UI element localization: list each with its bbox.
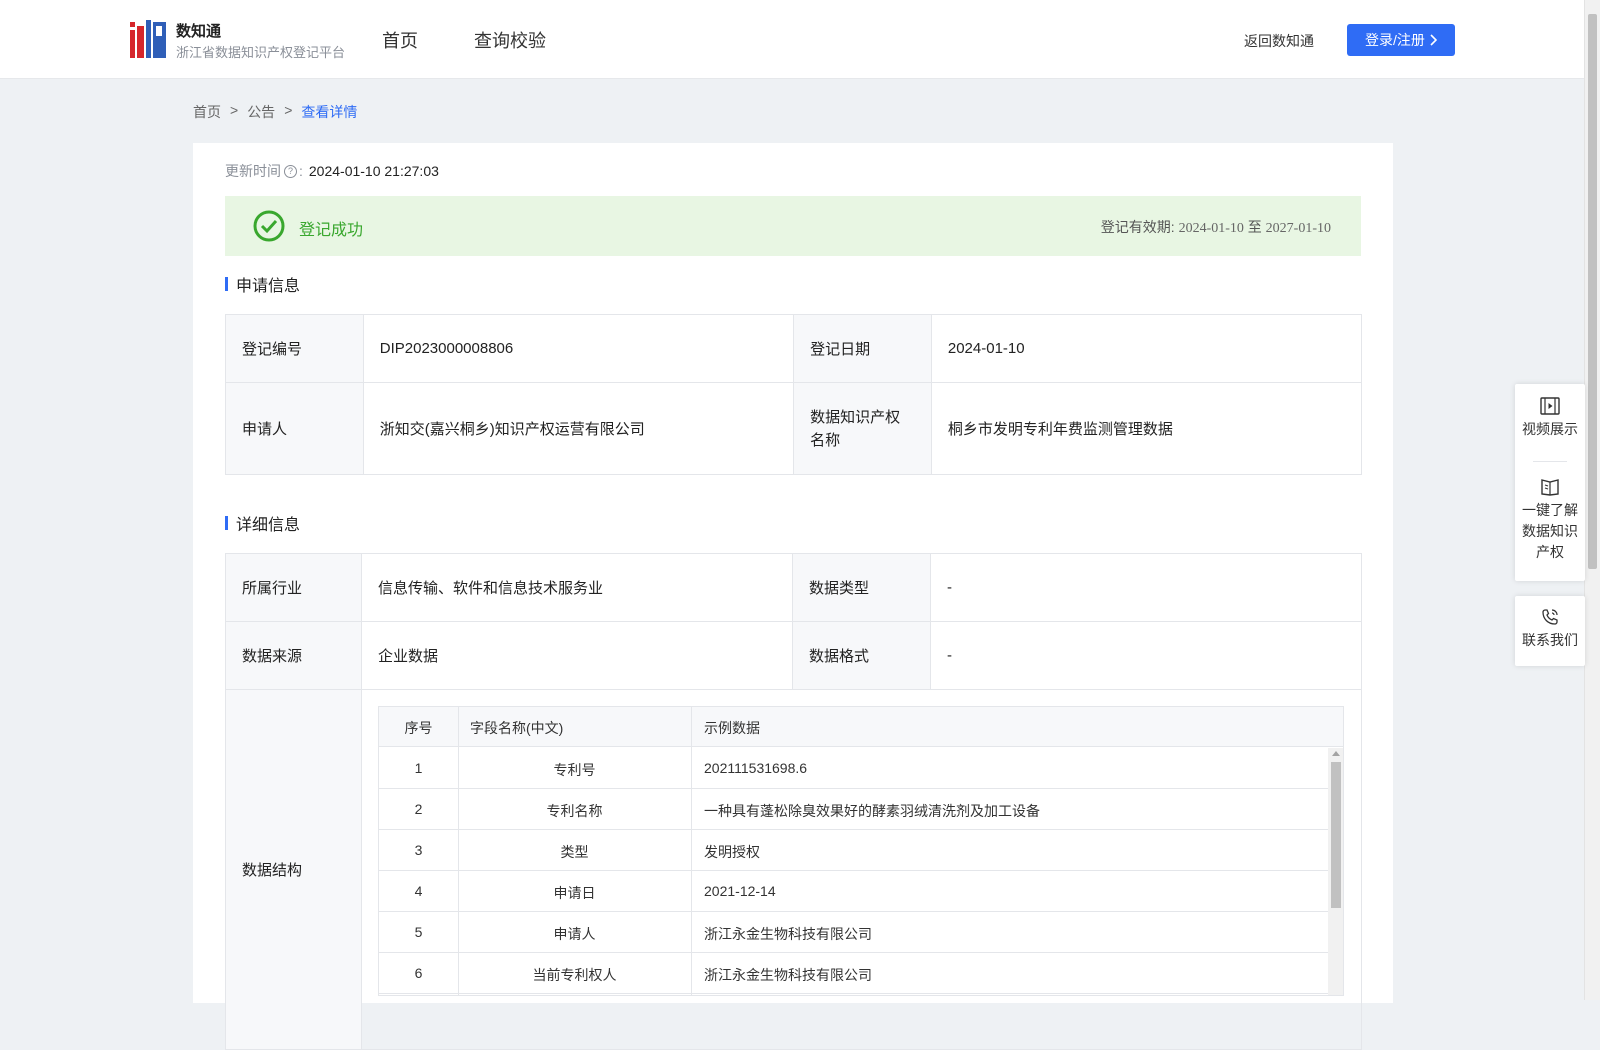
header-index: 序号 bbox=[404, 720, 433, 736]
application-info-title: 申请信息 bbox=[225, 272, 300, 296]
table-row: 6 当前专利权人 浙江永金生物科技有限公司 bbox=[379, 953, 1329, 994]
table-row: 数据结构 序号 字段名称(中文) 示例数据 1 专利号 202111531698… bbox=[224, 689, 1362, 1050]
breadcrumb-separator: > bbox=[230, 102, 239, 118]
back-to-shuzhitong-link[interactable]: 返回数知通 bbox=[1244, 31, 1314, 51]
scroll-up-arrow-icon[interactable] bbox=[1332, 751, 1341, 756]
header-field-name: 字段名称(中文) bbox=[470, 720, 564, 736]
logo-icon[interactable] bbox=[130, 20, 166, 58]
login-register-button[interactable]: 登录/注册 bbox=[1347, 24, 1455, 56]
breadcrumb-separator: > bbox=[284, 102, 293, 118]
table-key: 登记日期 bbox=[793, 314, 932, 383]
contact-panel: 联系我们 bbox=[1515, 596, 1585, 666]
detail-card: 更新时间 ? : 2024-01-10 21:27:03 登记成功 登记有效期:… bbox=[193, 143, 1393, 1050]
data-structure-table: 序号 字段名称(中文) 示例数据 1 专利号 202111531698.6 2 … bbox=[378, 706, 1345, 996]
page-scrollbar-thumb[interactable] bbox=[1588, 14, 1597, 569]
side-help-panel: 视频展示 一键了解 数据知识 产权 bbox=[1515, 384, 1585, 581]
table-key: 数据结构 bbox=[224, 689, 363, 1050]
table-key: 登记编号 bbox=[225, 314, 364, 383]
video-showcase-label: 视频展示 bbox=[1522, 421, 1578, 437]
application-info-table: 登记编号 DIP2023000008806 登记日期 2024-01-10 申请… bbox=[225, 314, 1363, 475]
login-button-label: 登录/注册 bbox=[1365, 32, 1425, 48]
header-sample-data: 示例数据 bbox=[704, 720, 761, 736]
table-value: 企业数据 bbox=[361, 621, 793, 690]
learn-data-ip-button[interactable]: 一键了解 数据知识 产权 bbox=[1515, 462, 1585, 563]
validity-end: 2027-01-10 bbox=[1265, 221, 1331, 236]
help-icon[interactable]: ? bbox=[284, 164, 297, 178]
video-icon bbox=[1540, 397, 1560, 415]
data-structure-header: 序号 字段名称(中文) 示例数据 bbox=[379, 707, 1344, 747]
status-text: 登记成功 bbox=[299, 222, 364, 239]
table-key: 所属行业 bbox=[224, 553, 363, 622]
table-key: 数据来源 bbox=[224, 621, 363, 690]
registration-status-bar: 登记成功 登记有效期: 2024-01-10 至 2027-01-10 bbox=[225, 196, 1361, 256]
validity-period: 登记有效期: 2024-01-10 至 2027-01-10 bbox=[1101, 217, 1331, 237]
table-row: 1 专利号 202111531698.6 bbox=[379, 748, 1329, 789]
check-circle-icon bbox=[253, 210, 285, 242]
page-scrollbar[interactable] bbox=[1584, 0, 1600, 1000]
table-row: 登记编号 DIP2023000008806 登记日期 2024-01-10 bbox=[225, 314, 1363, 383]
learn-line-1: 一键了解 bbox=[1522, 502, 1578, 518]
table-row: 5 申请人 浙江永金生物科技有限公司 bbox=[379, 912, 1329, 953]
video-showcase-button[interactable]: 视频展示 bbox=[1515, 384, 1585, 461]
table-key: 数据类型 bbox=[792, 553, 931, 622]
nav-home[interactable]: 首页 bbox=[382, 27, 418, 53]
breadcrumb-current: 查看详情 bbox=[301, 104, 358, 120]
table-value: - bbox=[929, 621, 1363, 690]
contact-us-label: 联系我们 bbox=[1522, 632, 1578, 648]
table-row: 所属行业 信息传输、软件和信息技术服务业 数据类型 - bbox=[224, 553, 1363, 622]
logo-title: 数知通 bbox=[176, 23, 222, 40]
learn-line-2: 数据知识 bbox=[1522, 523, 1578, 539]
data-structure-scrollbar-thumb[interactable] bbox=[1331, 762, 1342, 908]
table-key: 申请人 bbox=[225, 382, 364, 475]
table-value: DIP2023000008806 bbox=[362, 314, 795, 383]
table-value: 信息传输、软件和信息技术服务业 bbox=[361, 553, 793, 622]
validity-to: 至 bbox=[1247, 219, 1262, 235]
table-row: 数据来源 企业数据 数据格式 - bbox=[224, 621, 1363, 690]
breadcrumb-announcement[interactable]: 公告 bbox=[247, 102, 275, 122]
table-value: 2024-01-10 bbox=[930, 314, 1363, 383]
table-value: - bbox=[929, 553, 1363, 622]
breadcrumb-home[interactable]: 首页 bbox=[193, 102, 221, 122]
phone-icon bbox=[1542, 609, 1558, 625]
breadcrumb: 首页 > 公告 > 查看详情 bbox=[193, 102, 357, 122]
chevron-right-icon bbox=[1430, 34, 1437, 46]
table-value: 桐乡市发明专利年费监测管理数据 bbox=[930, 382, 1363, 475]
contact-us-button[interactable]: 联系我们 bbox=[1515, 596, 1585, 651]
nav-query-verify[interactable]: 查询校验 bbox=[474, 27, 546, 53]
validity-start: 2024-01-10 bbox=[1178, 221, 1244, 236]
update-time-label: 更新时间 bbox=[225, 163, 281, 179]
table-row: 2 专利名称 一种具有蓬松除臭效果好的酵素羽绒清洗剂及加工设备 bbox=[379, 789, 1329, 830]
table-row: 申请人 浙知交(嘉兴桐乡)知识产权运营有限公司 数据知识产权名称 桐乡市发明专利… bbox=[225, 382, 1363, 475]
book-icon bbox=[1541, 479, 1559, 496]
data-structure-cell: 序号 字段名称(中文) 示例数据 1 专利号 202111531698.6 2 … bbox=[361, 689, 1362, 1050]
detail-info-table: 所属行业 信息传输、软件和信息技术服务业 数据类型 - 数据来源 企业数据 数据… bbox=[224, 553, 1363, 1050]
table-value: 浙知交(嘉兴桐乡)知识产权运营有限公司 bbox=[362, 382, 795, 475]
learn-line-3: 产权 bbox=[1536, 544, 1564, 560]
table-key: 数据知识产权名称 bbox=[793, 382, 932, 475]
validity-label: 登记有效期: bbox=[1100, 219, 1175, 235]
table-row: 4 申请日 2021-12-14 bbox=[379, 871, 1329, 912]
table-row: 3 类型 发明授权 bbox=[379, 830, 1329, 871]
update-time-row: 更新时间 ? : 2024-01-10 21:27:03 bbox=[225, 163, 439, 179]
logo-subtitle: 浙江省数据知识产权登记平台 bbox=[176, 45, 346, 60]
table-key: 数据格式 bbox=[792, 621, 931, 690]
data-structure-scrollbar[interactable] bbox=[1328, 748, 1344, 995]
update-time-value: 2024-01-10 21:27:03 bbox=[308, 163, 439, 179]
top-header: 数知通 浙江省数据知识产权登记平台 首页 查询校验 返回数知通 登录/注册 bbox=[0, 0, 1584, 79]
detail-info-title: 详细信息 bbox=[225, 511, 300, 535]
